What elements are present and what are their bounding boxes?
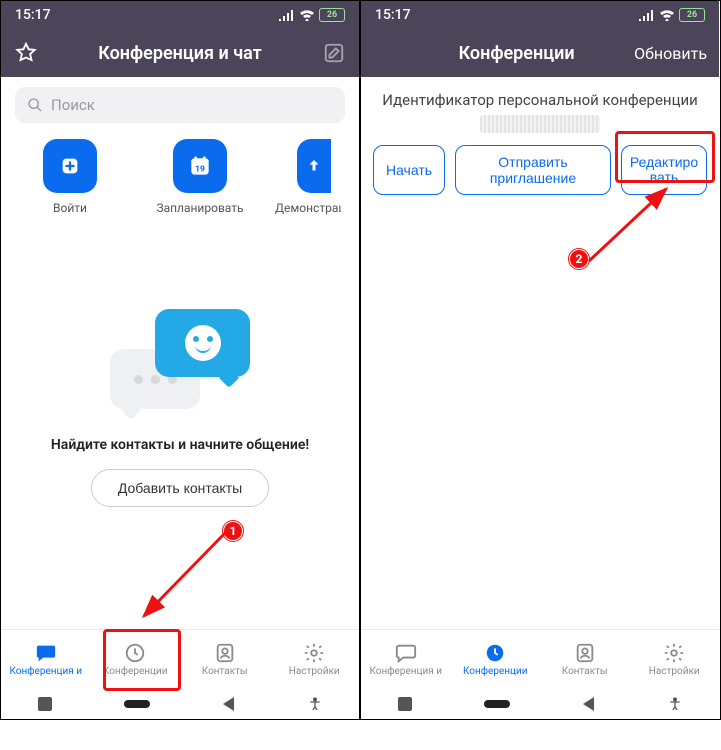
join-action[interactable]: Войти (25, 139, 115, 215)
add-contacts-button[interactable]: Добавить контакты (91, 469, 269, 507)
empty-illustration (1, 309, 359, 409)
contacts-icon (213, 642, 237, 664)
clock-icon (123, 642, 147, 664)
search-icon (27, 97, 43, 113)
status-time: 15:17 (375, 7, 411, 23)
screen-meetings: 15:17 26 Конференции Обновить Идентифика… (360, 1, 719, 719)
svg-text:19: 19 (195, 164, 205, 174)
signal-icon (279, 9, 295, 21)
header: Конференция и чат (1, 29, 359, 77)
nav-home-icon[interactable] (484, 700, 510, 708)
edit-button[interactable]: Редактиро вать (621, 145, 707, 195)
nav-back-icon[interactable] (582, 696, 596, 712)
tab-settings[interactable]: Настройки (270, 630, 360, 689)
calendar-icon: 19 (187, 153, 213, 179)
wifi-icon (659, 9, 675, 21)
annotation-badge-1: 1 (223, 521, 243, 541)
status-bar: 15:17 26 (361, 1, 719, 29)
tab-settings[interactable]: Настройки (630, 630, 720, 689)
pmi-value-redacted (480, 115, 600, 133)
nav-accessibility-icon[interactable] (307, 696, 323, 712)
contacts-icon (573, 642, 597, 664)
signal-icon (639, 9, 655, 21)
tab-meetings[interactable]: Конференции (451, 630, 541, 689)
status-icons: 26 (279, 8, 345, 22)
nav-home-icon[interactable] (124, 700, 150, 708)
chat-icon (394, 642, 418, 664)
annotation-badge-2: 2 (569, 249, 589, 269)
empty-message: Найдите контакты и начните общение! (1, 437, 359, 453)
nav-recent-icon[interactable] (37, 696, 53, 712)
android-nav (1, 689, 359, 719)
tab-meetings[interactable]: Конференции (91, 630, 181, 689)
status-icons: 26 (639, 8, 705, 22)
battery-icon: 26 (679, 8, 705, 22)
start-button[interactable]: Начать (373, 145, 445, 195)
tab-chat[interactable]: Конференция и (361, 630, 451, 689)
schedule-action[interactable]: 19 Запланировать (155, 139, 245, 215)
clock-icon (483, 642, 507, 664)
gear-icon (302, 642, 326, 664)
refresh-button[interactable]: Обновить (634, 44, 707, 63)
plus-icon (59, 155, 81, 177)
screen-chat: 15:17 26 Конференция и чат Поиск (1, 1, 360, 719)
header: Конференции Обновить (361, 29, 719, 77)
wifi-icon (299, 9, 315, 21)
quick-actions: Войти 19 Запланировать Демонстраци (1, 133, 359, 219)
pmi-label: Идентификатор персональной конференции (361, 91, 719, 109)
tab-bar: Конференция и Конференции Контакты Настр… (1, 629, 359, 689)
android-nav (361, 689, 719, 719)
compose-icon[interactable] (321, 40, 347, 66)
status-bar: 15:17 26 (1, 1, 359, 29)
annotation-arrow-1 (129, 521, 239, 631)
star-icon[interactable] (13, 40, 39, 66)
tab-contacts[interactable]: Контакты (540, 630, 630, 689)
nav-back-icon[interactable] (222, 696, 236, 712)
page-title: Конференции (399, 43, 634, 64)
meeting-actions: Начать Отправить приглашение Редактиро в… (361, 145, 719, 195)
page-title: Конференция и чат (39, 43, 321, 64)
nav-recent-icon[interactable] (397, 696, 413, 712)
gear-icon (662, 642, 686, 664)
tab-bar: Конференция и Конференции Контакты Настр… (361, 629, 719, 689)
arrow-up-icon (305, 157, 323, 175)
share-action[interactable]: Демонстраци (285, 139, 331, 215)
tab-contacts[interactable]: Контакты (180, 630, 270, 689)
status-time: 15:17 (15, 7, 51, 23)
invite-button[interactable]: Отправить приглашение (455, 145, 611, 195)
tab-chat[interactable]: Конференция и (1, 630, 91, 689)
search-input[interactable]: Поиск (15, 87, 345, 123)
chat-icon (34, 642, 58, 664)
battery-icon: 26 (319, 8, 345, 22)
nav-accessibility-icon[interactable] (667, 696, 683, 712)
